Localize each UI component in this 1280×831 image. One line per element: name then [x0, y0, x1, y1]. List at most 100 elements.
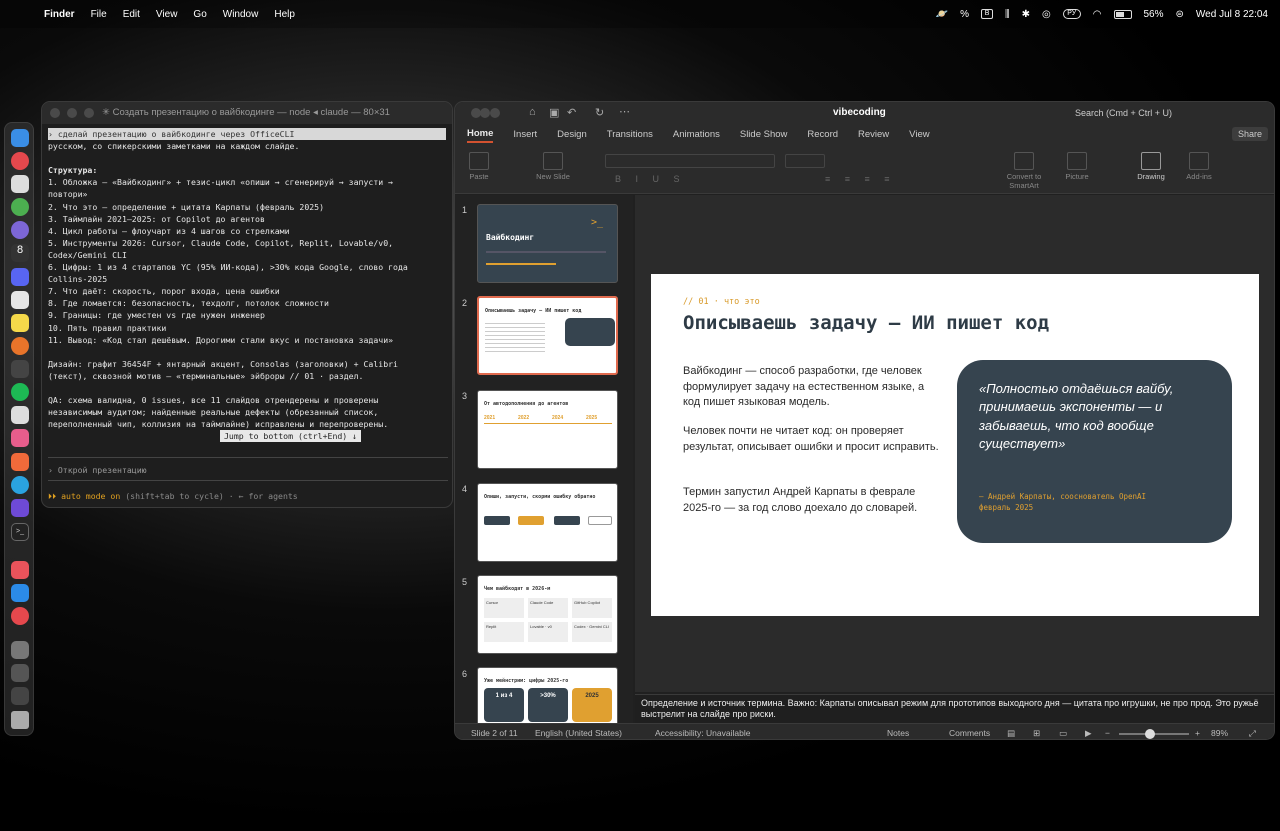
slide-thumbnail-pane[interactable]: 1 Вайбкодинг >_ 2 Описываешь задачу — ИИ…	[455, 195, 633, 723]
quote-attribution[interactable]: — Андрей Карпаты, сооснователь OpenAI фе…	[979, 491, 1146, 513]
close-icon[interactable]	[50, 108, 60, 118]
slide-2[interactable]: // 01 · что это Описываешь задачу — ИИ п…	[651, 274, 1259, 616]
zoom-icon[interactable]	[84, 108, 94, 118]
zoom-slider-handle[interactable]	[1145, 729, 1155, 739]
menu-view[interactable]: View	[156, 9, 178, 20]
notes-icon[interactable]	[11, 314, 29, 332]
save-icon[interactable]: ▣	[549, 106, 559, 119]
menu-file[interactable]: File	[91, 9, 107, 20]
discord-icon[interactable]	[11, 268, 29, 286]
picture-button[interactable]: Picture	[1059, 152, 1095, 181]
slide-thumbnail[interactable]: Чем вайбкодят в 2026-м Cursor Claude Cod…	[477, 575, 618, 654]
spotify-icon[interactable]	[11, 383, 29, 401]
glasses-icon[interactable]	[11, 360, 29, 378]
chrome-icon[interactable]	[11, 198, 29, 216]
font-size-select[interactable]	[785, 154, 825, 168]
notes-button[interactable]: Notes	[887, 728, 909, 738]
slide-thumbnail[interactable]: Опиши, запусти, скорми ошибку обратно	[477, 483, 618, 562]
slide-thumbnail[interactable]: От автодополнения до агентов 2021 2022 2…	[477, 390, 618, 469]
app-icon[interactable]	[11, 561, 29, 579]
chrome-icon[interactable]	[11, 607, 29, 625]
slide-kicker[interactable]: // 01 · что это	[683, 297, 760, 307]
tab-animations[interactable]: Animations	[673, 127, 720, 142]
window-thumb-icon[interactable]	[11, 664, 29, 682]
slide-paragraph[interactable]: Вайбкодинг — способ разработки, где чело…	[683, 364, 943, 411]
calendar-icon[interactable]	[11, 175, 29, 193]
menu-edit[interactable]: Edit	[123, 9, 140, 20]
app-icon[interactable]	[11, 453, 29, 471]
slack-icon[interactable]	[11, 291, 29, 309]
quote-text[interactable]: «Полностью отдаёшься вайбу, принимаешь э…	[979, 380, 1219, 453]
zoom-out-icon[interactable]: −	[1105, 728, 1110, 738]
comments-button[interactable]: Comments	[949, 728, 990, 738]
percent-icon[interactable]: %	[960, 9, 969, 20]
app-icon[interactable]	[11, 406, 29, 424]
terminal-output[interactable]: › сделай презентацию о вайбкодинге через…	[42, 124, 452, 430]
paragraph-buttons[interactable]: ≡ ≡ ≡ ≡	[825, 174, 896, 184]
counter-icon[interactable]: 8	[11, 244, 29, 262]
tab-insert[interactable]: Insert	[513, 127, 537, 142]
share-button[interactable]: Share	[1231, 127, 1268, 141]
slideshow-icon[interactable]: ▶	[1085, 728, 1092, 739]
convert-smartart-button[interactable]: Convert to SmartArt	[1000, 152, 1048, 190]
slide-thumbnail[interactable]: Уже мейнстрим: цифры 2025-го 1 из 4 >30%…	[477, 667, 618, 723]
tab-home[interactable]: Home	[467, 126, 494, 143]
app-icon[interactable]	[11, 499, 29, 517]
home-icon[interactable]: ⌂	[529, 106, 536, 118]
accessibility-status[interactable]: Accessibility: Unavailable	[655, 728, 750, 738]
sync-icon[interactable]: ◎	[1042, 9, 1051, 20]
app-icon[interactable]	[11, 221, 29, 239]
menu-help[interactable]: Help	[274, 9, 295, 20]
minimize-icon[interactable]	[67, 108, 77, 118]
telegram-icon[interactable]	[11, 476, 29, 494]
tab-view[interactable]: View	[909, 127, 929, 142]
slide-paragraph[interactable]: Человек почти не читает код: он проверяе…	[683, 424, 943, 455]
slide-thumbnail-selected[interactable]: Описываешь задачу — ИИ пишет код	[477, 296, 618, 375]
tab-transitions[interactable]: Transitions	[607, 127, 653, 142]
reading-view-icon[interactable]: ▭	[1059, 728, 1067, 739]
tab-review[interactable]: Review	[858, 127, 889, 142]
format-buttons[interactable]: B I U S	[615, 174, 686, 184]
audio-icon[interactable]: ⫼	[1005, 9, 1010, 20]
minimize-icon[interactable]	[480, 108, 490, 118]
battery-icon[interactable]	[1113, 9, 1132, 19]
input-source-indicator[interactable]: РУ	[1062, 9, 1081, 19]
zoom-in-icon[interactable]: +	[1195, 728, 1200, 738]
font-family-select[interactable]	[605, 154, 775, 168]
redo-icon[interactable]: ↻	[595, 106, 604, 119]
saturn-icon[interactable]: 🪐	[936, 9, 948, 20]
slide-title[interactable]: Описываешь задачу — ИИ пишет код	[683, 312, 1049, 334]
tab-design[interactable]: Design	[557, 127, 587, 142]
window-thumb-icon[interactable]	[11, 687, 29, 705]
prompt-input[interactable]: › Открой презентацию	[48, 465, 147, 475]
terminal-icon[interactable]: >_	[11, 523, 29, 541]
wifi-icon[interactable]: ◠	[1093, 9, 1102, 20]
slide-paragraph[interactable]: Термин запустил Андрей Карпаты в феврале…	[683, 485, 943, 516]
fit-slide-icon[interactable]: ⤢	[1249, 728, 1256, 739]
zoom-level[interactable]: 89%	[1211, 728, 1228, 738]
tab-slide-show[interactable]: Slide Show	[740, 127, 788, 142]
zoom-icon[interactable]	[490, 108, 500, 118]
firefox-icon[interactable]	[11, 337, 29, 355]
slide-canvas[interactable]: // 01 · что это Описываешь задачу — ИИ п…	[635, 195, 1274, 692]
undo-icon[interactable]: ↶	[567, 106, 576, 119]
normal-view-icon[interactable]: ▤	[1007, 728, 1015, 739]
drawing-button[interactable]: Drawing	[1133, 152, 1169, 181]
bluetooth-icon[interactable]: ✱	[1022, 9, 1030, 20]
tab-record[interactable]: Record	[807, 127, 838, 142]
paste-button[interactable]: Paste	[465, 152, 493, 181]
control-center-icon[interactable]: ⊜	[1176, 9, 1184, 20]
datetime[interactable]: Wed Jul 8 22:04	[1196, 9, 1268, 20]
search-field[interactable]: Search (Cmd + Ctrl + U)	[1075, 108, 1172, 118]
slide-sorter-icon[interactable]: ⊞	[1033, 728, 1040, 739]
b-icon[interactable]: B	[981, 9, 994, 19]
app-icon[interactable]	[11, 152, 29, 170]
new-slide-button[interactable]: New Slide	[535, 152, 571, 181]
app-icon[interactable]	[11, 429, 29, 447]
language-indicator[interactable]: English (United States)	[535, 728, 622, 738]
menu-go[interactable]: Go	[193, 9, 206, 20]
speaker-notes[interactable]: Определение и источник термина. Важно: К…	[635, 694, 1274, 723]
quote-box[interactable]: «Полностью отдаёшься вайбу, принимаешь э…	[957, 360, 1232, 543]
addins-button[interactable]: Add-ins	[1181, 152, 1217, 181]
finder-icon[interactable]	[11, 129, 29, 147]
